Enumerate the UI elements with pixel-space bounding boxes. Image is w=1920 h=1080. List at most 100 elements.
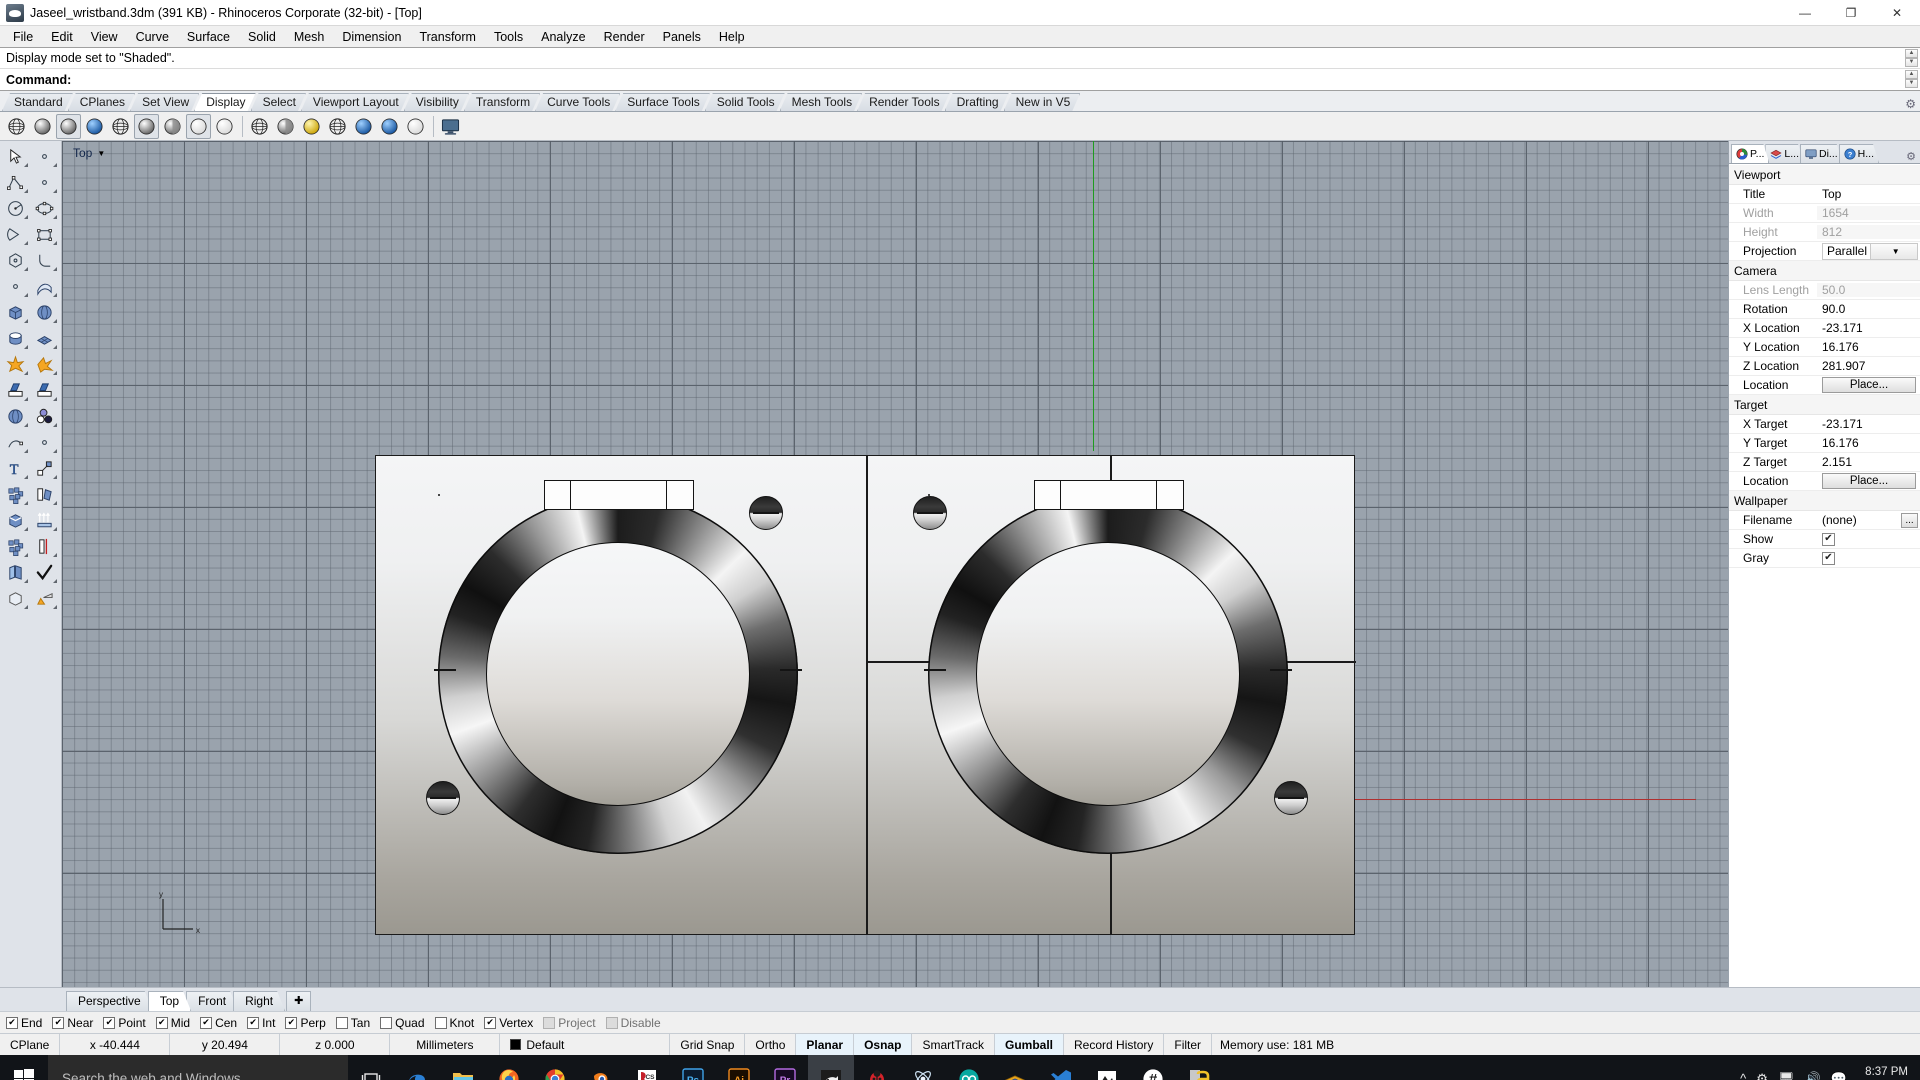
osnap-checkbox-int[interactable]: ✔ (247, 1016, 260, 1029)
toolbar-tab-solid-tools[interactable]: Solid Tools (705, 93, 785, 111)
osnap-checkbox-quad[interactable] (380, 1016, 393, 1029)
toolbar-tab-set-view[interactable]: Set View (130, 93, 199, 111)
property-value[interactable]: Parallel ▼ (1817, 242, 1920, 260)
view-tab-perspective[interactable]: Perspective (66, 991, 153, 1011)
extrude-icon[interactable] (30, 507, 59, 533)
pen-display-icon[interactable] (186, 113, 211, 139)
add-viewport-button[interactable]: ✚ (286, 991, 312, 1011)
toolbar-tab-display[interactable]: Display (194, 93, 255, 111)
search-input[interactable]: Search the web and Windows (48, 1055, 348, 1080)
property-value[interactable]: ✔ (1817, 551, 1920, 565)
artistic-display-icon[interactable] (160, 114, 185, 139)
checkbox-show[interactable]: ✔ (1822, 532, 1835, 546)
taskbar-chrome-icon[interactable] (532, 1055, 578, 1080)
osnap-checkbox-mid[interactable]: ✔ (155, 1016, 168, 1029)
surface-mesh-icon[interactable] (30, 325, 59, 351)
property-value[interactable]: Top (1817, 187, 1920, 201)
taskbar-photoshop-icon[interactable]: Ps (670, 1055, 716, 1080)
action-center-icon[interactable]: 💬 (1831, 1071, 1847, 1080)
menu-item-transform[interactable]: Transform (410, 28, 485, 46)
cylinder-pipe-icon[interactable] (1, 325, 30, 351)
taskbar-hash-app-icon[interactable]: # (1130, 1055, 1176, 1080)
cplane-indicator[interactable]: CPlane (0, 1034, 61, 1055)
circles-overlap-icon[interactable] (30, 403, 59, 429)
surface-sweep-icon[interactable] (30, 273, 59, 299)
taskbar-premiere-icon[interactable]: Pr (762, 1055, 808, 1080)
toolbar-tab-curve-tools[interactable]: Curve Tools (535, 93, 620, 111)
taskbar-python-icon[interactable] (1176, 1055, 1222, 1080)
property-value[interactable]: -23.171 (1817, 417, 1920, 431)
point-icon[interactable] (30, 143, 59, 169)
mirror-icon[interactable] (30, 481, 59, 507)
osnap-cen[interactable]: ✔ Cen (200, 1016, 237, 1030)
layers-icon[interactable] (1, 559, 30, 585)
grid-array-icon[interactable] (1, 533, 30, 559)
taskbar-file-explorer-icon[interactable] (440, 1055, 486, 1080)
monitor-icon[interactable] (438, 114, 463, 139)
wristband-model[interactable] (375, 455, 1356, 935)
curve-edit-icon[interactable] (1, 429, 30, 455)
blend-spheres-icon[interactable] (1, 403, 30, 429)
shadow-half-icon[interactable] (273, 114, 298, 139)
osnap-int[interactable]: ✔ Int (247, 1016, 275, 1030)
command-prompt-scroll[interactable]: ▲ ▼ (1905, 70, 1918, 88)
render-light-icon[interactable] (30, 585, 59, 611)
polyline-icon[interactable] (1, 169, 30, 195)
toolbar-tab-surface-tools[interactable]: Surface Tools (615, 93, 710, 111)
viewport-top[interactable]: Top ▼ y x (62, 141, 1728, 987)
minimize-button[interactable]: — (1782, 0, 1828, 26)
sphere-solid-icon[interactable] (30, 299, 59, 325)
rendered-display-icon[interactable] (212, 114, 237, 139)
curve-points-edit-icon[interactable] (30, 429, 59, 455)
osnap-vertex[interactable]: ✔ Vertex (484, 1016, 533, 1030)
array-objects-icon[interactable] (1, 481, 30, 507)
toolbar-tab-cplanes[interactable]: CPlanes (68, 93, 135, 111)
menu-item-curve[interactable]: Curve (127, 28, 178, 46)
menu-item-view[interactable]: View (82, 28, 127, 46)
toolbar-tab-select[interactable]: Select (251, 93, 306, 111)
status-toggle-planar[interactable]: Planar (796, 1034, 855, 1055)
maximize-button[interactable]: ❐ (1828, 0, 1874, 26)
osnap-quad[interactable]: Quad (380, 1016, 425, 1030)
trim-icon[interactable] (1, 377, 30, 403)
circle-icon[interactable] (1, 195, 30, 221)
osnap-mid[interactable]: ✔ Mid (155, 1016, 190, 1030)
menu-item-surface[interactable]: Surface (178, 28, 239, 46)
taskbar-atom-icon[interactable] (900, 1055, 946, 1080)
view-tab-front[interactable]: Front (186, 991, 238, 1011)
property-value[interactable]: 2.151 (1817, 455, 1920, 469)
shaded-display-icon[interactable] (30, 114, 55, 139)
toolbar-tab-new-in-v5[interactable]: New in V5 (1004, 93, 1081, 111)
view-tab-top[interactable]: Top (148, 991, 191, 1011)
toolbar-tab-drafting[interactable]: Drafting (945, 93, 1009, 111)
gear-icon[interactable]: ⚙ (1905, 97, 1916, 111)
menu-item-render[interactable]: Render (595, 28, 654, 46)
osnap-checkbox-perp[interactable]: ✔ (285, 1016, 298, 1029)
taskbar-arduino-icon[interactable] (946, 1055, 992, 1080)
gear-tray-icon[interactable]: ⚙ (1756, 1071, 1768, 1080)
property-value[interactable]: Place... (1817, 473, 1920, 489)
scale-tool-icon[interactable] (30, 455, 59, 481)
property-value[interactable]: 16.176 (1817, 436, 1920, 450)
checkbox-gray[interactable]: ✔ (1822, 551, 1835, 565)
osnap-checkbox-knot[interactable] (434, 1016, 447, 1029)
network-icon[interactable]: 🖥 (1778, 1071, 1795, 1080)
viewport-title[interactable]: Top ▼ (70, 145, 108, 161)
fillet-curve-icon[interactable] (30, 247, 59, 273)
xray-display-icon[interactable] (108, 114, 133, 139)
chevron-down-icon[interactable]: ▼ (1869, 243, 1917, 259)
osnap-end[interactable]: ✔ End (6, 1016, 42, 1030)
taskbar-firefox-icon[interactable] (486, 1055, 532, 1080)
rectangle-icon[interactable] (30, 221, 59, 247)
toolbar-tab-visibility[interactable]: Visibility (404, 93, 469, 111)
status-toggle-smarttrack[interactable]: SmartTrack (912, 1034, 995, 1055)
osnap-project[interactable]: Project (543, 1016, 596, 1030)
gear-icon[interactable]: ⚙ (1906, 150, 1916, 163)
toolbar-tab-viewport-layout[interactable]: Viewport Layout (301, 93, 409, 111)
no-shadow-icon[interactable] (403, 114, 428, 139)
properties-tab-1[interactable]: L... (1765, 144, 1804, 163)
taskbar-visual-studio-icon[interactable] (1038, 1055, 1084, 1080)
property-value[interactable]: Place... (1817, 377, 1920, 393)
projection-combo[interactable]: Parallel ▼ (1822, 242, 1918, 260)
properties-tab-3[interactable]: ? H... (1839, 144, 1879, 163)
